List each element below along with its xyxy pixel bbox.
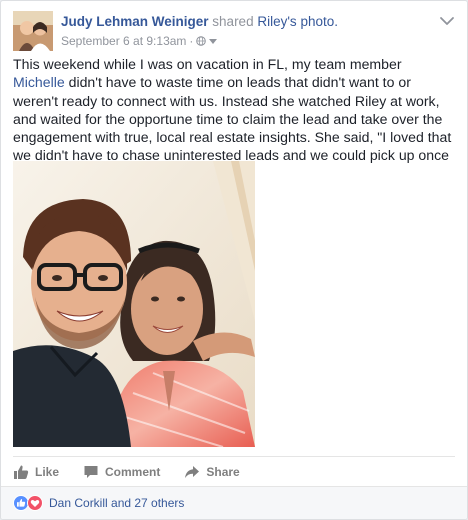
- post-header: Judy Lehman Weiniger shared Riley's phot…: [13, 11, 455, 51]
- post-header-text: Judy Lehman Weiniger shared Riley's phot…: [61, 13, 435, 49]
- comment-label: Comment: [105, 465, 161, 479]
- share-arrow-icon: [185, 466, 200, 478]
- meta-separator: ·: [189, 34, 194, 48]
- comment-button[interactable]: Comment: [83, 460, 160, 484]
- post-timestamp[interactable]: September 6 at 9:13am: [61, 33, 186, 49]
- shared-owner-link[interactable]: Riley: [257, 14, 287, 29]
- share-button[interactable]: Share: [184, 460, 240, 484]
- chevron-down-icon[interactable]: [439, 15, 455, 27]
- reactors-text[interactable]: Dan Corkill and 27 others: [49, 496, 184, 510]
- reactions-summary[interactable]: Dan Corkill and 27 others: [13, 495, 184, 511]
- author-name-link[interactable]: Judy Lehman Weiniger: [61, 14, 209, 29]
- shared-verb: shared: [212, 14, 254, 29]
- mention-link[interactable]: Michelle: [13, 74, 65, 90]
- audience-caret-icon[interactable]: [209, 38, 218, 44]
- author-line: Judy Lehman Weiniger shared Riley's phot…: [61, 13, 435, 31]
- share-label: Share: [206, 465, 240, 479]
- post-meta: September 6 at 9:13am ·: [61, 33, 435, 49]
- post-text-part1: This weekend while I was on vacation in …: [13, 56, 402, 72]
- shared-photo-link[interactable]: 's photo.: [287, 14, 338, 29]
- thumbs-up-icon: [14, 465, 29, 479]
- reaction-icons: [13, 495, 43, 511]
- shared-photo[interactable]: [13, 161, 255, 447]
- actions-divider: [13, 456, 455, 457]
- post-card: Judy Lehman Weiniger shared Riley's phot…: [0, 0, 468, 520]
- like-label: Like: [35, 465, 60, 479]
- globe-icon[interactable]: [196, 36, 207, 46]
- selfie-image: [13, 161, 255, 447]
- avatar-photo: [13, 11, 53, 51]
- like-button[interactable]: Like: [13, 460, 59, 484]
- author-avatar[interactable]: [13, 11, 53, 51]
- post-actions: Like Comment Share: [13, 460, 455, 484]
- reactions-bar: Dan Corkill and 27 others: [1, 486, 467, 519]
- love-reaction-icon: [27, 495, 43, 511]
- comment-icon: [84, 466, 98, 478]
